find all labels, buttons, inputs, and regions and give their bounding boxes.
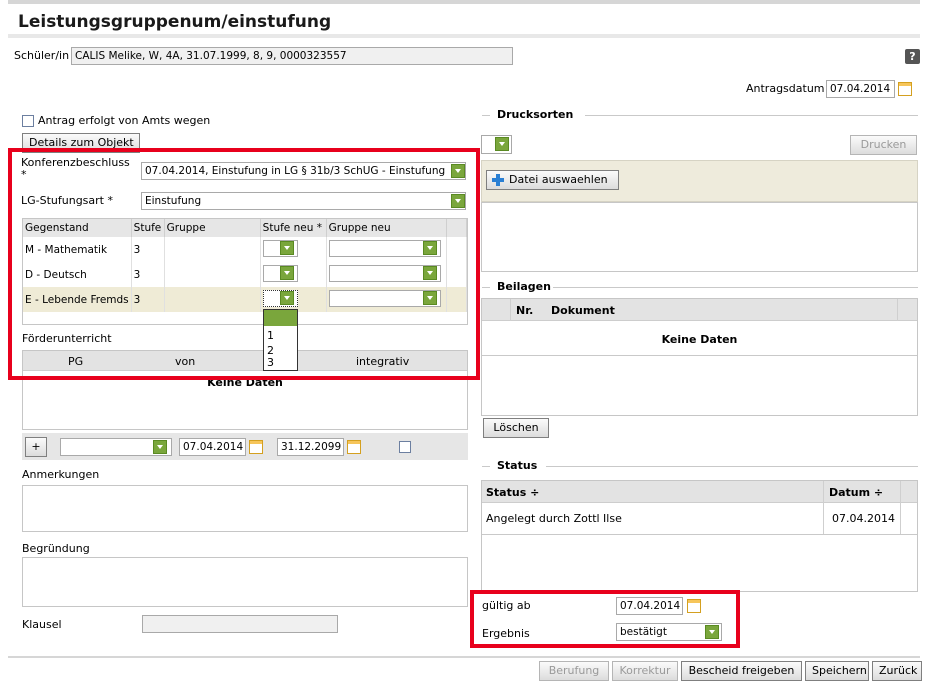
divider bbox=[482, 115, 490, 116]
add-button[interactable]: + bbox=[25, 437, 47, 457]
status-title: Status bbox=[497, 459, 538, 472]
row-divider bbox=[482, 355, 917, 356]
plus-icon bbox=[492, 174, 504, 186]
klausel-field bbox=[142, 615, 338, 633]
chevron-down-icon[interactable] bbox=[153, 440, 167, 454]
beilagen-header bbox=[482, 299, 917, 321]
help-icon[interactable]: ? bbox=[905, 49, 920, 64]
col-divider bbox=[897, 299, 898, 321]
begruendung-textarea[interactable] bbox=[22, 557, 468, 607]
col-divider bbox=[510, 299, 511, 321]
col-dokument: Dokument bbox=[551, 304, 615, 317]
dropdown-option[interactable]: 2 bbox=[264, 345, 297, 356]
highlight-frame bbox=[8, 148, 480, 380]
amts-checkbox[interactable] bbox=[22, 115, 34, 127]
korrektur-button[interactable]: Korrektur bbox=[612, 661, 678, 681]
drucken-button[interactable]: Drucken bbox=[850, 135, 917, 155]
divider bbox=[553, 287, 918, 288]
status-table: Status ÷ Datum ÷ Angelegt durch Zottl Il… bbox=[481, 480, 918, 592]
divider bbox=[482, 466, 490, 467]
klausel-label: Klausel bbox=[22, 618, 62, 631]
col-divider bbox=[900, 481, 901, 534]
col-datum[interactable]: Datum ÷ bbox=[829, 486, 883, 499]
loeschen-button[interactable]: Löschen bbox=[483, 418, 549, 438]
student-field: CALIS Melike, W, 4A, 31.07.1999, 8, 9, 0… bbox=[71, 47, 513, 65]
datei-button[interactable]: Datei auswaehlen bbox=[486, 170, 619, 190]
anmerkungen-label: Anmerkungen bbox=[22, 468, 100, 481]
divider bbox=[482, 287, 490, 288]
amts-label: Antrag erfolgt von Amts wegen bbox=[38, 114, 211, 127]
dropdown-option-empty[interactable] bbox=[264, 310, 297, 326]
row-divider bbox=[482, 534, 917, 535]
stufe-dropdown-list: 1 2 3 bbox=[263, 309, 298, 371]
drucksorten-title: Drucksorten bbox=[497, 108, 574, 121]
dropdown-option[interactable]: 1 bbox=[264, 330, 297, 341]
datei-list bbox=[481, 202, 918, 272]
chevron-down-icon[interactable] bbox=[495, 137, 509, 151]
speichern-button[interactable]: Speichern bbox=[805, 661, 869, 681]
beilagen-empty: Keine Daten bbox=[661, 333, 738, 346]
antragsdatum-input[interactable]: 07.04.2014 bbox=[826, 80, 895, 98]
anmerkungen-textarea[interactable] bbox=[22, 485, 468, 532]
title-stripe bbox=[8, 34, 920, 38]
col-nr: Nr. bbox=[516, 304, 534, 317]
top-border bbox=[8, 0, 920, 4]
antragsdatum-label: Antragsdatum * bbox=[746, 82, 834, 95]
dropdown-option[interactable]: 3 bbox=[264, 357, 297, 368]
begruendung-label: Begründung bbox=[22, 542, 90, 555]
divider bbox=[585, 115, 918, 116]
col-status[interactable]: Status ÷ bbox=[486, 486, 539, 499]
status-cell: Angelegt durch Zottl Ilse bbox=[486, 512, 622, 525]
zurueck-button[interactable]: Zurück bbox=[872, 661, 922, 681]
calendar-icon[interactable] bbox=[898, 82, 912, 96]
page-title: Leistungsgruppenum/einstufung bbox=[18, 12, 332, 32]
beilagen-title: Beilagen bbox=[497, 280, 551, 293]
student-label: Schüler/in bbox=[14, 49, 70, 62]
footer-line bbox=[8, 656, 920, 658]
datum-cell: 07.04.2014 bbox=[832, 512, 895, 525]
bescheid-freigeben-button[interactable]: Bescheid freigeben bbox=[681, 661, 802, 681]
berufung-button[interactable]: Berufung bbox=[539, 661, 609, 681]
von-input[interactable]: 07.04.2014 bbox=[179, 438, 246, 456]
calendar-icon[interactable] bbox=[249, 440, 263, 454]
bis-input[interactable]: 31.12.2099 bbox=[277, 438, 344, 456]
beilagen-table: Nr. Dokument Keine Daten bbox=[481, 298, 918, 416]
col-divider bbox=[823, 481, 824, 534]
integrativ-checkbox[interactable] bbox=[399, 441, 411, 453]
highlight-frame bbox=[470, 590, 740, 648]
calendar-icon[interactable] bbox=[347, 440, 361, 454]
divider bbox=[546, 466, 918, 467]
